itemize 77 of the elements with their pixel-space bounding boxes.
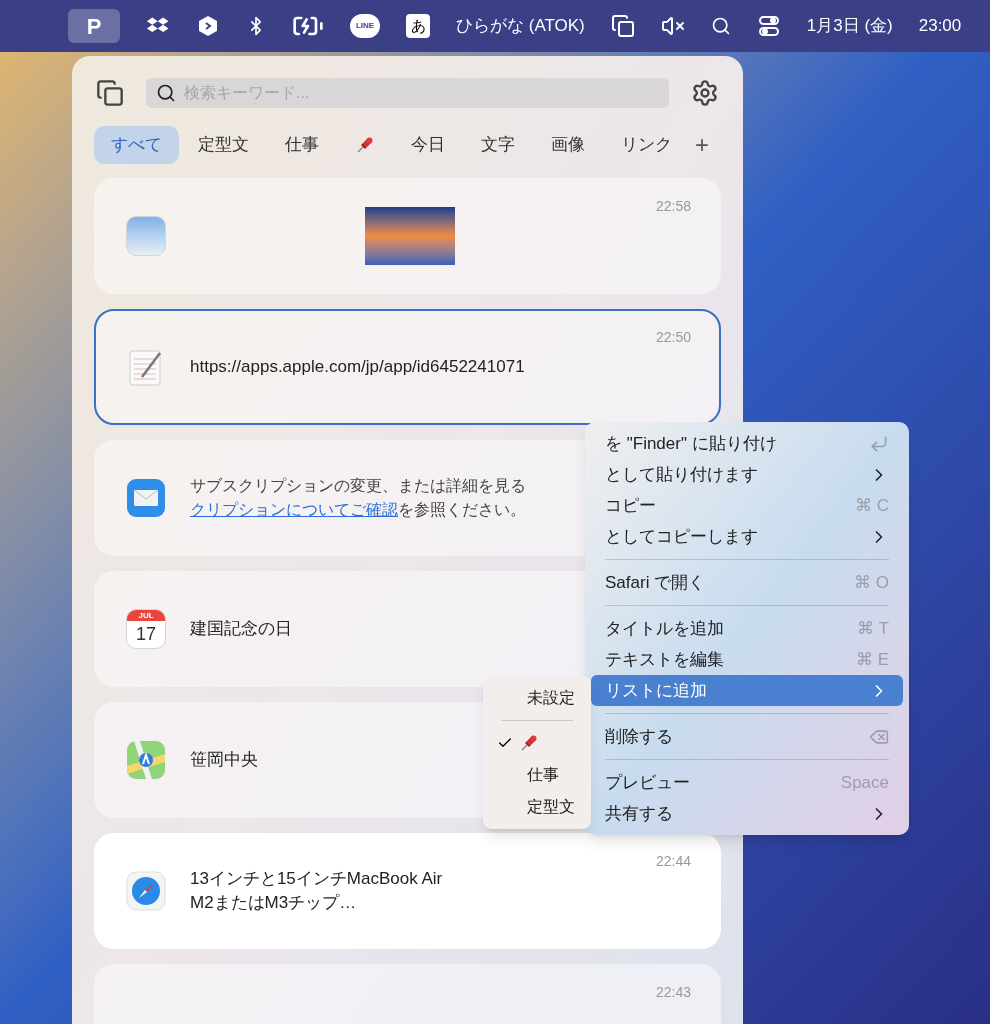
envelope-icon <box>126 478 166 518</box>
clip-time: 22:44 <box>655 852 691 871</box>
menu-item[interactable]: プレビュー Space <box>591 767 903 798</box>
hexagon-icon[interactable] <box>196 14 220 38</box>
calendar-day: 17 <box>136 621 156 647</box>
windows-icon[interactable] <box>96 79 124 107</box>
filter-tab[interactable]: リンク <box>604 126 689 164</box>
list-item-label: 未設定 <box>527 688 575 708</box>
control-center-icon[interactable] <box>756 14 781 38</box>
menu-item[interactable]: としてコピーします <box>591 521 903 552</box>
clip-time: 22:58 <box>655 197 691 216</box>
menu-item-label: Safari で開く <box>605 571 706 594</box>
shortcut-label: ⌘ O <box>854 571 889 594</box>
settings-icon[interactable] <box>691 79 719 107</box>
menu-item[interactable]: コピー ⌘ C <box>591 490 903 521</box>
menu-item[interactable]: 削除する <box>591 721 903 752</box>
app-menu-button[interactable]: P <box>68 9 120 43</box>
input-method-icon[interactable]: あ <box>406 14 430 38</box>
menu-item[interactable]: として貼り付けます <box>591 459 903 490</box>
clip-card[interactable]: サブスクリプションの変更、または詳細を見る クリプションについてご確認を参照ください。 <box>94 440 585 556</box>
list-item-label: 定型文 <box>527 797 575 817</box>
filter-tab[interactable]: 文字 <box>464 126 532 164</box>
menu-item-label: 共有する <box>605 802 673 825</box>
clip-text: https://apps.apple.com/jp/app/id6452241071 <box>190 356 525 378</box>
pushpin-icon <box>355 135 375 155</box>
clip-card[interactable]: 笹岡中央 <box>94 702 483 818</box>
menu-item[interactable]: リストに追加 <box>591 675 903 706</box>
menu-item-label: プレビュー <box>605 771 690 794</box>
shortcut-label: ⌘ E <box>855 648 889 671</box>
menu-item-label: テキストを編集 <box>605 648 724 671</box>
search-icon <box>156 83 176 103</box>
add-tab-button[interactable]: + <box>691 127 713 163</box>
list-item[interactable]: 定型文 <box>487 791 587 823</box>
clip-text: 13インチと15インチMacBook Air M2またはM3チップ… <box>190 868 443 914</box>
menu-item[interactable]: タイトルを追加 ⌘ T <box>591 613 903 644</box>
clip-card[interactable]: 13インチと15インチMacBook Air M2またはM3チップ… 22:44 <box>94 833 721 949</box>
search-icon[interactable] <box>710 16 731 36</box>
filter-tab[interactable]: 画像 <box>534 126 602 164</box>
filter-tab[interactable]: 今日 <box>394 126 462 164</box>
clip-text: 建国記念の日 <box>190 618 292 640</box>
clip-text: サブスクリプションの変更、または詳細を見る クリプションについてご確認を参照ください。 <box>190 476 526 520</box>
menu-bar-text[interactable]: 1月3日 (金) <box>806 13 893 39</box>
filter-tab[interactable]: 定型文 <box>181 126 266 164</box>
photo-app-icon <box>126 216 166 256</box>
menu-bar-text[interactable]: 23:00 <box>918 13 962 39</box>
clip-text: 笹岡中央 <box>190 749 258 771</box>
menu-item-label: タイトルを追加 <box>605 617 724 640</box>
menu-item-label: コピー <box>605 494 656 517</box>
pushpin-icon <box>519 733 539 753</box>
filter-tab[interactable]: 仕事 <box>268 126 336 164</box>
menu-item[interactable]: テキストを編集 ⌘ E <box>591 644 903 675</box>
menu-item-label: を "Finder" に貼り付け <box>605 432 777 455</box>
menu-bar-text[interactable]: ひらがな (ATOK) <box>456 13 585 39</box>
shortcut-label: ⌘ C <box>855 494 889 517</box>
menu-item-label: 削除する <box>605 725 673 748</box>
clip-card[interactable]: https://apps.apple.com/jp/app/id6452241071 22:50 <box>94 309 721 425</box>
clip-card[interactable]: JUL 17 建国記念の日 <box>94 571 585 687</box>
menu-item-label: として貼り付けます <box>605 463 758 486</box>
menu-item[interactable]: を "Finder" に貼り付け <box>591 428 903 459</box>
clip-time: 22:43 <box>655 983 691 1002</box>
clip-time: 22:50 <box>655 328 691 347</box>
list-item[interactable]: 仕事 <box>487 759 587 791</box>
filter-tab[interactable]: すべて <box>94 126 179 164</box>
chat-bubble-icon[interactable]: LINE <box>350 14 380 38</box>
menu-item-label: としてコピーします <box>605 525 758 548</box>
shortcut-label: Space <box>840 771 889 794</box>
clip-link[interactable]: クリプションについてご確認 <box>190 501 398 518</box>
menu-item[interactable]: Safari で開く ⌘ O <box>591 567 903 598</box>
menu-item-label: リストに追加 <box>605 679 707 702</box>
windows-icon[interactable] <box>610 14 635 38</box>
list-item-label: 仕事 <box>527 765 559 785</box>
map-icon <box>126 740 166 780</box>
mute-icon[interactable] <box>660 14 685 38</box>
calendar-month: JUL <box>127 610 165 621</box>
menu-item[interactable]: 共有する <box>591 798 903 829</box>
shortcut-label: ⌘ T <box>857 617 889 640</box>
compass-icon <box>126 871 166 911</box>
